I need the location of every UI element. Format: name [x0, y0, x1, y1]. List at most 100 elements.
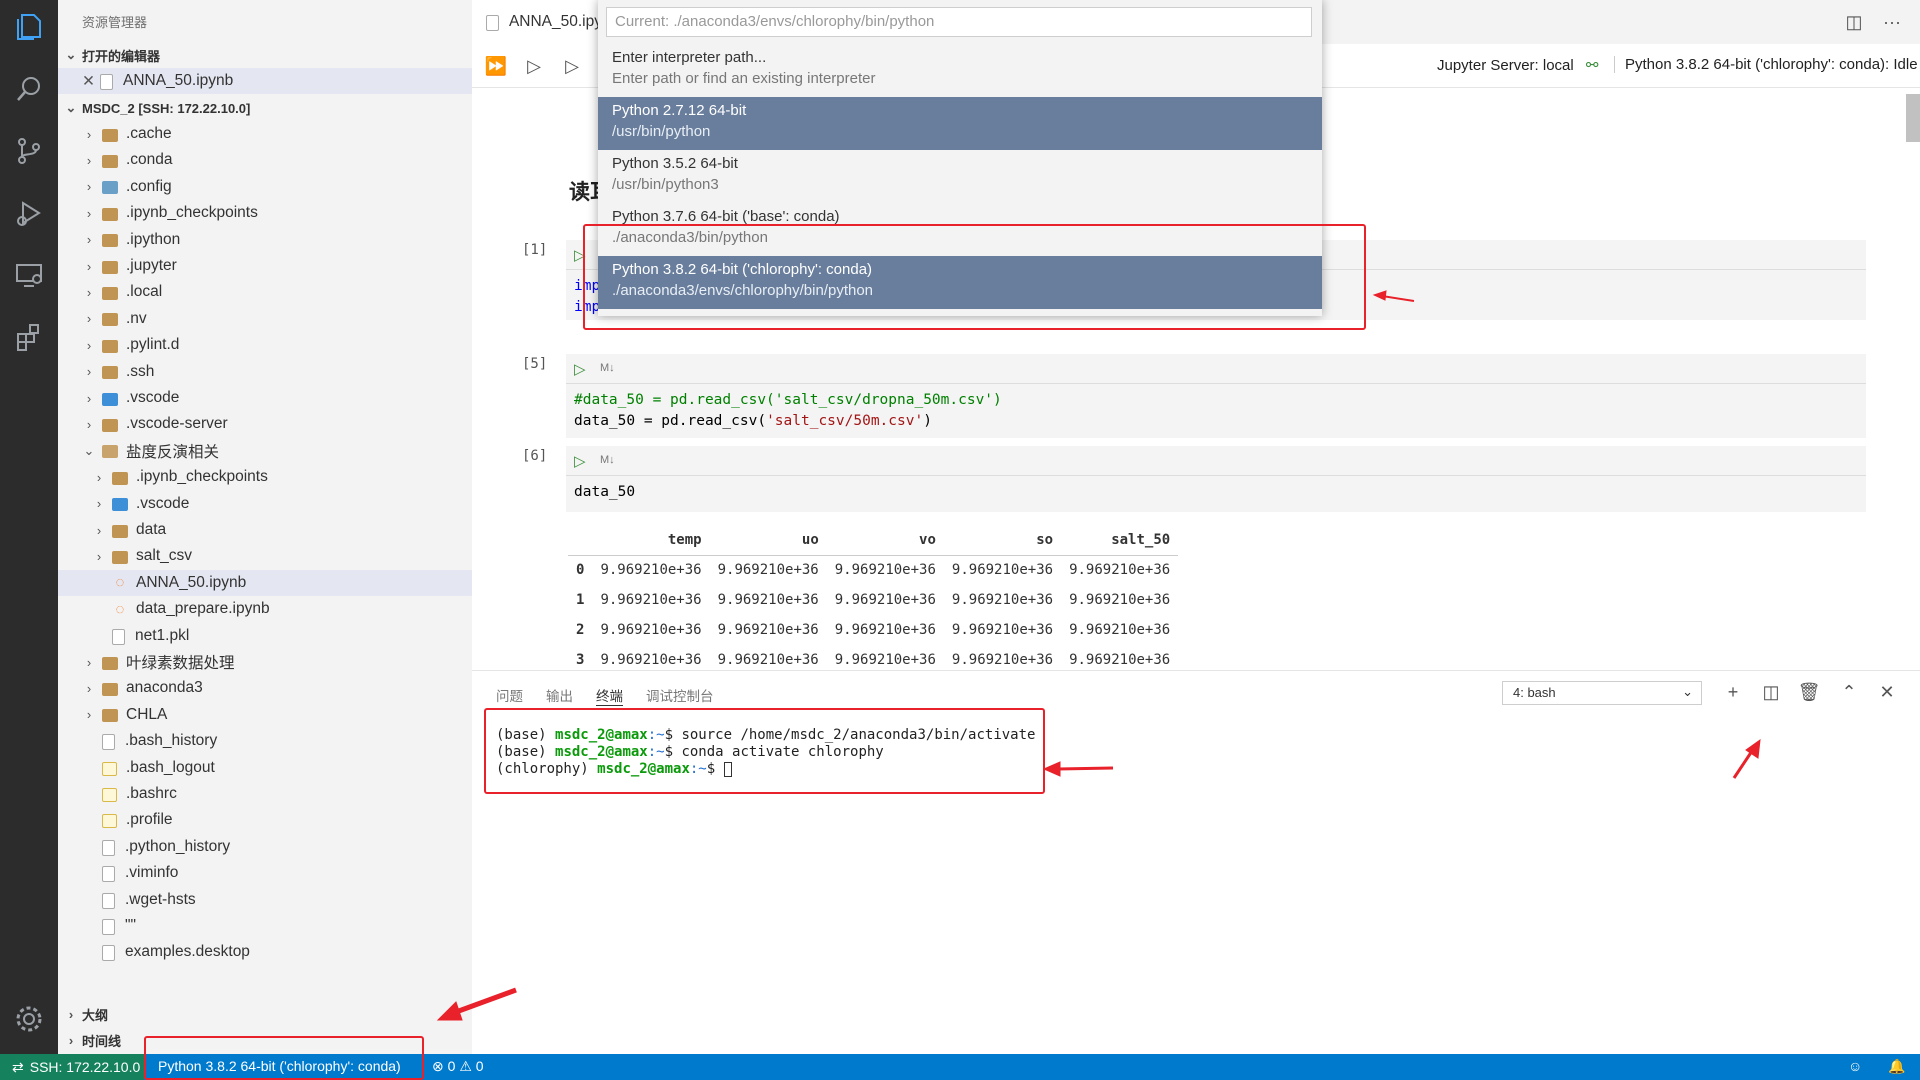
- trash-icon[interactable]: 🗑: [1798, 681, 1821, 703]
- code-cell-6[interactable]: data_50: [566, 476, 1866, 512]
- more-actions-icon[interactable]: ···: [1880, 10, 1904, 34]
- tree-item[interactable]: › .nv: [58, 306, 472, 332]
- tree-item[interactable]: › .vscode-server: [58, 411, 472, 437]
- tree-item[interactable]: › .jupyter: [58, 253, 472, 279]
- scrollbar-thumb[interactable]: [1906, 94, 1920, 142]
- remote-icon: ⇄: [12, 1058, 24, 1075]
- source-control-icon[interactable]: [12, 134, 46, 168]
- settings-gear-icon[interactable]: [12, 1002, 46, 1036]
- chevron-right-icon: ›: [96, 522, 102, 538]
- folder-icon: [112, 550, 128, 564]
- kernel-status[interactable]: Python 3.8.2 64-bit ('chlorophy': conda)…: [1614, 56, 1918, 73]
- dataframe-cell: 9.969210e+36: [1069, 622, 1171, 638]
- run-cell-icon[interactable]: ▷: [574, 452, 586, 470]
- quickpick-item-enter-path[interactable]: Enter interpreter path... Enter path or …: [598, 44, 1322, 97]
- tree-item[interactable]: › .ipython: [58, 227, 472, 253]
- remote-indicator[interactable]: ⇄ SSH: 172.22.10.0: [0, 1054, 144, 1080]
- problems-status[interactable]: ⊗ 0 ⚠ 0: [432, 1058, 484, 1075]
- tree-item[interactable]: .profile: [58, 807, 472, 833]
- tree-item-label: .nv: [126, 309, 147, 327]
- error-icon: ⊗: [432, 1058, 444, 1074]
- tree-item[interactable]: ◌ data_prepare.ipynb: [58, 596, 472, 622]
- tree-item-label: ANNA_50.ipynb: [136, 573, 247, 591]
- tree-item[interactable]: .wget-hsts: [58, 887, 472, 913]
- open-editors-header[interactable]: ⌄ 打开的编辑器: [58, 42, 472, 68]
- chevron-right-icon: ›: [86, 390, 92, 406]
- tree-item[interactable]: net1.pkl: [58, 623, 472, 649]
- activity-bar: [0, 0, 58, 1054]
- tree-item[interactable]: › .ssh: [58, 359, 472, 385]
- explorer-title: 资源管理器: [82, 15, 148, 30]
- tab-debug-console[interactable]: 调试控制台: [646, 685, 714, 705]
- feedback-icon[interactable]: ☺: [1848, 1058, 1862, 1074]
- interpreter-path-input[interactable]: Current: ./anaconda3/envs/chlorophy/bin/…: [606, 7, 1312, 37]
- jupyter-notebook-icon: ◌: [115, 600, 125, 618]
- chevron-right-icon: ›: [86, 364, 92, 380]
- outline-header[interactable]: › 大纲: [58, 1001, 472, 1027]
- tree-item[interactable]: .viminfo: [58, 860, 472, 886]
- quickpick-item-python-2-7[interactable]: Python 2.7.12 64-bit /usr/bin/python: [598, 97, 1322, 150]
- run-cell-icon[interactable]: ▷: [574, 360, 586, 378]
- tree-item[interactable]: › anaconda3: [58, 675, 472, 701]
- tree-item[interactable]: › .ipynb_checkpoints: [58, 200, 472, 226]
- tree-item[interactable]: › .vscode: [58, 385, 472, 411]
- tree-item[interactable]: › data: [58, 517, 472, 543]
- terminal-select[interactable]: 4: bash ⌄: [1502, 681, 1702, 705]
- close-icon[interactable]: ✕: [82, 72, 100, 91]
- run-debug-icon[interactable]: [12, 196, 46, 230]
- split-editor-icon[interactable]: ◫: [1842, 10, 1866, 34]
- explorer-icon[interactable]: [12, 10, 46, 44]
- open-editor-item[interactable]: ✕ ANNA_50.ipynb: [58, 68, 472, 94]
- split-terminal-icon[interactable]: ◫: [1760, 681, 1782, 703]
- tab-output[interactable]: 输出: [546, 685, 573, 705]
- tree-item[interactable]: examples.desktop: [58, 939, 472, 965]
- tree-item[interactable]: .python_history: [58, 834, 472, 860]
- tree-item[interactable]: ◌ ANNA_50.ipynb: [58, 569, 472, 596]
- tree-item[interactable]: .bash_logout: [58, 755, 472, 781]
- dataframe-column-header: uo: [709, 525, 827, 556]
- extensions-icon[interactable]: [12, 320, 46, 354]
- workspace-header[interactable]: ⌄ MSDC_2 [SSH: 172.22.10.0]: [58, 95, 472, 121]
- tree-item[interactable]: › CHLA: [58, 702, 472, 728]
- tab-terminal[interactable]: 终端: [596, 685, 623, 706]
- cell-number: [6]: [522, 448, 548, 464]
- tree-item[interactable]: .bashrc: [58, 781, 472, 807]
- tree-item[interactable]: › 叶绿素数据处理: [58, 649, 472, 675]
- jupyter-server-status[interactable]: Jupyter Server: local ⚯: [1437, 56, 1598, 74]
- notifications-bell-icon[interactable]: 🔔: [1888, 1058, 1905, 1075]
- tree-item[interactable]: › .conda: [58, 147, 472, 173]
- tree-item[interactable]: ⌄ 盐度反演相关: [58, 438, 472, 464]
- run-below-icon[interactable]: ▷: [560, 54, 584, 78]
- tree-item[interactable]: › .local: [58, 279, 472, 305]
- folder-icon: [102, 128, 118, 142]
- file-icon: [102, 866, 115, 883]
- markdown-toggle[interactable]: M↓: [600, 362, 615, 374]
- annotation-box-statusbar: [144, 1036, 424, 1080]
- run-all-icon[interactable]: ⏩: [484, 54, 508, 78]
- maximize-panel-icon[interactable]: ⌃: [1838, 681, 1860, 703]
- tab-anna-50[interactable]: ANNA_50.ipy: [472, 0, 602, 44]
- tree-item[interactable]: › .cache: [58, 121, 472, 147]
- tree-item[interactable]: › .vscode: [58, 491, 472, 517]
- tree-item[interactable]: › .config: [58, 174, 472, 200]
- tree-item[interactable]: .bash_history: [58, 728, 472, 754]
- tree-item-label: .wget-hsts: [125, 890, 196, 908]
- dataframe-column-header: [568, 525, 593, 556]
- tree-item[interactable]: › .pylint.d: [58, 332, 472, 358]
- quickpick-item-python-3-5[interactable]: Python 3.5.2 64-bit /usr/bin/python3: [598, 150, 1322, 203]
- tab-problems[interactable]: 问题: [496, 685, 523, 705]
- tree-item[interactable]: "": [58, 913, 472, 939]
- code-cell-5[interactable]: #data_50 = pd.read_csv('salt_csv/dropna_…: [566, 384, 1866, 438]
- tree-item-label: .bash_history: [125, 732, 218, 750]
- dataframe-cell: 9.969210e+36: [834, 622, 936, 638]
- tree-item-label: .ipython: [126, 230, 181, 248]
- new-terminal-icon[interactable]: +: [1722, 681, 1744, 703]
- close-panel-icon[interactable]: ✕: [1876, 681, 1898, 703]
- tree-item[interactable]: › salt_csv: [58, 543, 472, 569]
- run-above-icon[interactable]: ▷: [522, 54, 546, 78]
- markdown-toggle[interactable]: M↓: [600, 454, 615, 466]
- dataframe-row: 3 9.969210e+36 9.969210e+36 9.969210e+36 9.9…: [568, 645, 1178, 670]
- remote-explorer-icon[interactable]: [12, 258, 46, 292]
- search-icon[interactable]: [12, 72, 46, 106]
- tree-item[interactable]: › .ipynb_checkpoints: [58, 464, 472, 490]
